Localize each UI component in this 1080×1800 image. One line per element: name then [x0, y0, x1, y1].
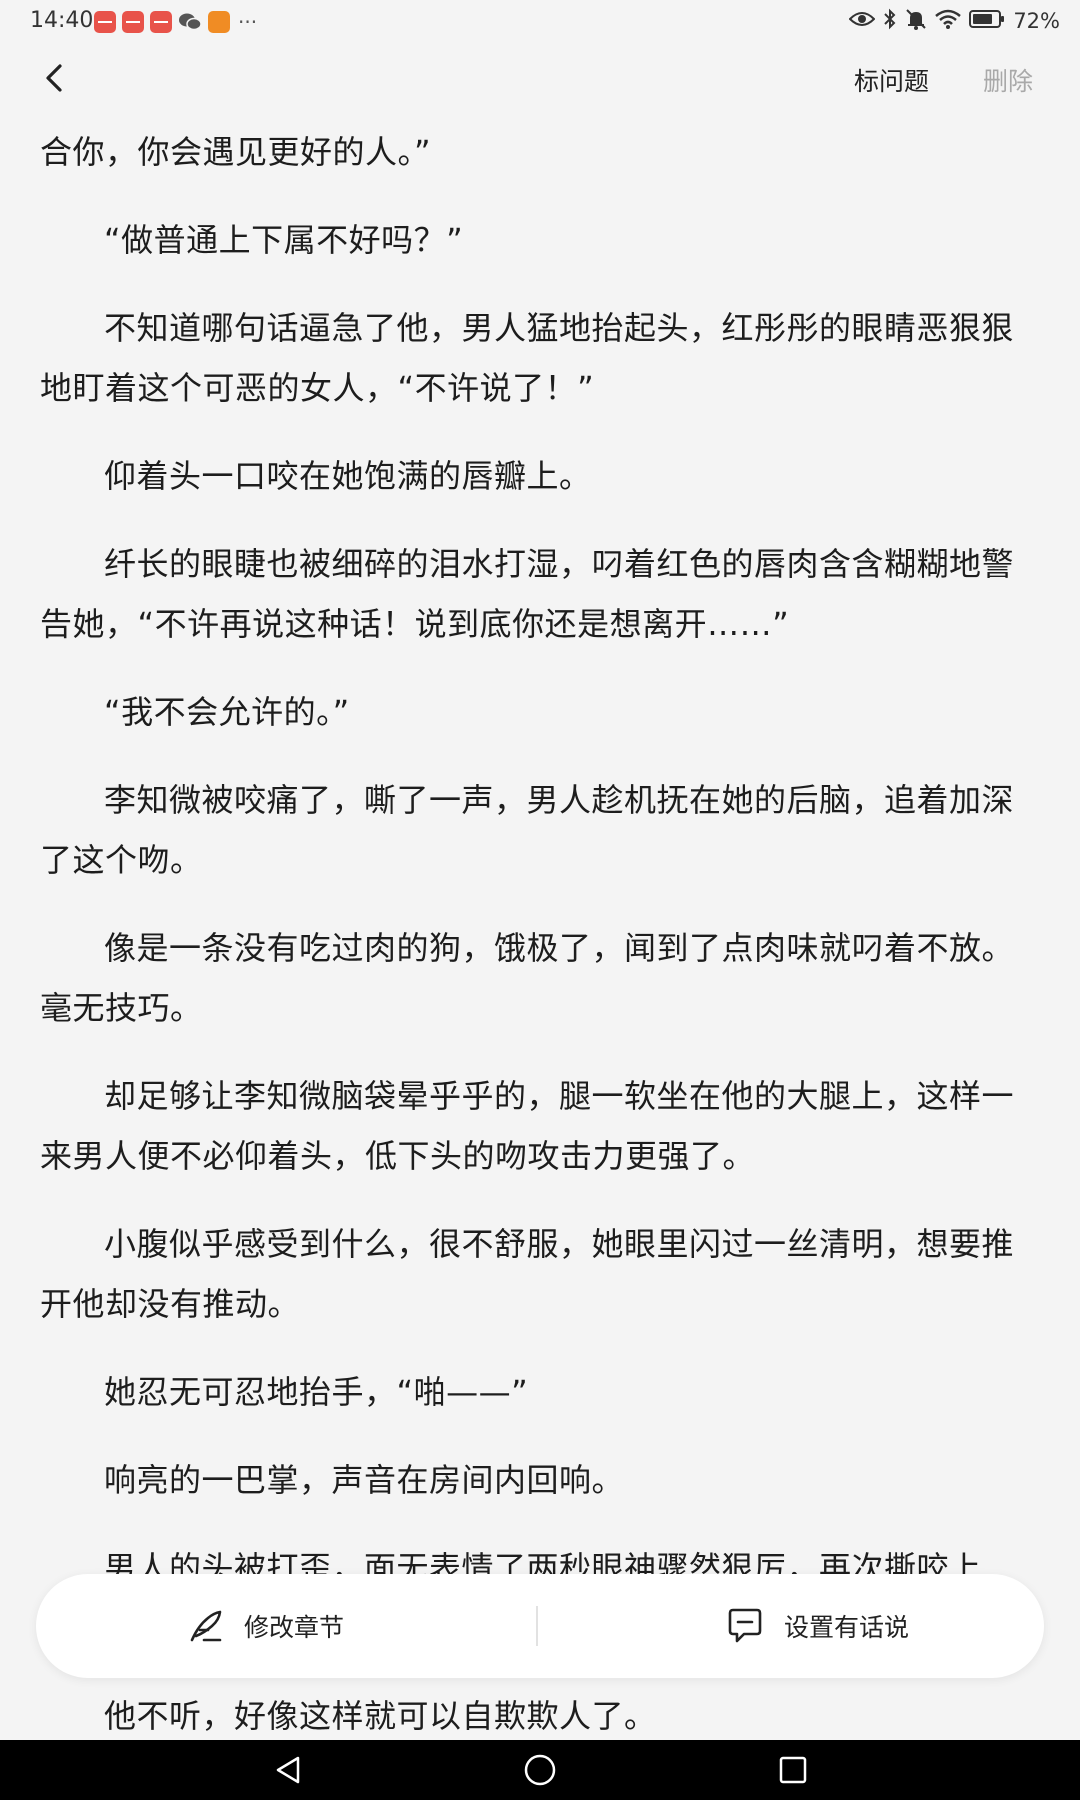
triangle-back-icon	[276, 1756, 300, 1784]
edit-chapter-button[interactable]: 修改章节	[188, 1574, 344, 1678]
square-recents-icon	[779, 1756, 807, 1784]
paragraph: 他不听，好像这样就可以自欺欺人了。	[104, 1697, 657, 1735]
paragraph: 却足够让李知微脑袋晕乎乎的，腿一软坐在他的大腿上，这样一来男人便不必仰着头，低下…	[40, 1077, 1015, 1175]
paragraph: 仰着头一口咬在她饱满的唇瓣上。	[104, 457, 592, 495]
circle-home-icon	[524, 1754, 556, 1786]
chapter-action-bar: 修改章节 设置有话说	[36, 1574, 1044, 1678]
delete-button[interactable]: 删除	[983, 62, 1033, 98]
more-notifications-icon: ···	[238, 10, 258, 34]
chapter-content: 合你，你会遇见更好的人。” “做普通上下属不好吗？” 不知道哪句话逼急了他，男人…	[40, 122, 1040, 1774]
orange-app-icon	[208, 11, 230, 33]
author-note-button[interactable]: 设置有话说	[726, 1574, 909, 1678]
paragraph: “我不会允许的。”	[104, 693, 350, 731]
status-time: 14:40	[30, 8, 94, 33]
app-notification-icon	[122, 11, 144, 33]
wechat-icon	[178, 11, 202, 33]
paragraph: “做普通上下属不好吗？”	[104, 221, 464, 259]
back-button[interactable]	[36, 58, 76, 98]
battery-percent: 72%	[1013, 9, 1060, 33]
quill-pen-icon	[190, 1610, 222, 1642]
status-bar: 14:40 ··· 72%	[0, 0, 1080, 44]
paragraph: 像是一条没有吃过肉的狗，饿极了，闻到了点肉味就叼着不放。毫无技巧。	[40, 929, 1015, 1027]
message-bubble-icon	[728, 1608, 762, 1643]
chevron-left-icon	[46, 64, 62, 92]
status-right: 72%	[848, 8, 1060, 34]
notification-icons: ···	[94, 10, 257, 34]
paragraph: 李知微被咬痛了，嘶了一声，男人趁机抚在她的后脑，追着加深了这个吻。	[40, 781, 1015, 879]
paragraph: 不知道哪句话逼急了他，男人猛地抬起头，红彤彤的眼睛恶狠狠地盯着这个可恶的女人，“…	[40, 309, 1015, 407]
divider	[536, 1606, 538, 1646]
bluetooth-icon	[883, 8, 897, 34]
report-issue-button[interactable]: 标问题	[854, 62, 929, 98]
battery-icon	[969, 9, 1005, 33]
paragraph: 小腹似乎感受到什么，很不舒服，她眼里闪过一丝清明，想要推开他却没有推动。	[40, 1225, 1015, 1323]
eye-icon	[848, 10, 876, 32]
nav-back-button[interactable]	[272, 1754, 304, 1790]
app-notification-icon	[150, 11, 172, 33]
paragraph: 合你，你会遇见更好的人。”	[40, 133, 432, 171]
paragraph: 她忍无可忍地抬手，“啪——”	[104, 1373, 529, 1411]
edit-chapter-label: 修改章节	[244, 1613, 345, 1642]
author-note-label: 设置有话说	[784, 1613, 910, 1642]
mute-bell-icon	[905, 8, 927, 34]
nav-home-button[interactable]	[523, 1753, 557, 1791]
paragraph: 响亮的一巴掌，声音在房间内回响。	[104, 1461, 625, 1499]
app-notification-icon	[94, 11, 116, 33]
wifi-icon	[935, 9, 962, 33]
nav-recent-button[interactable]	[778, 1755, 808, 1789]
system-nav-bar	[0, 1740, 1080, 1800]
paragraph: 纤长的眼睫也被细碎的泪水打湿，叼着红色的唇肉含含糊糊地警告她，“不许再说这种话！…	[40, 545, 1015, 643]
